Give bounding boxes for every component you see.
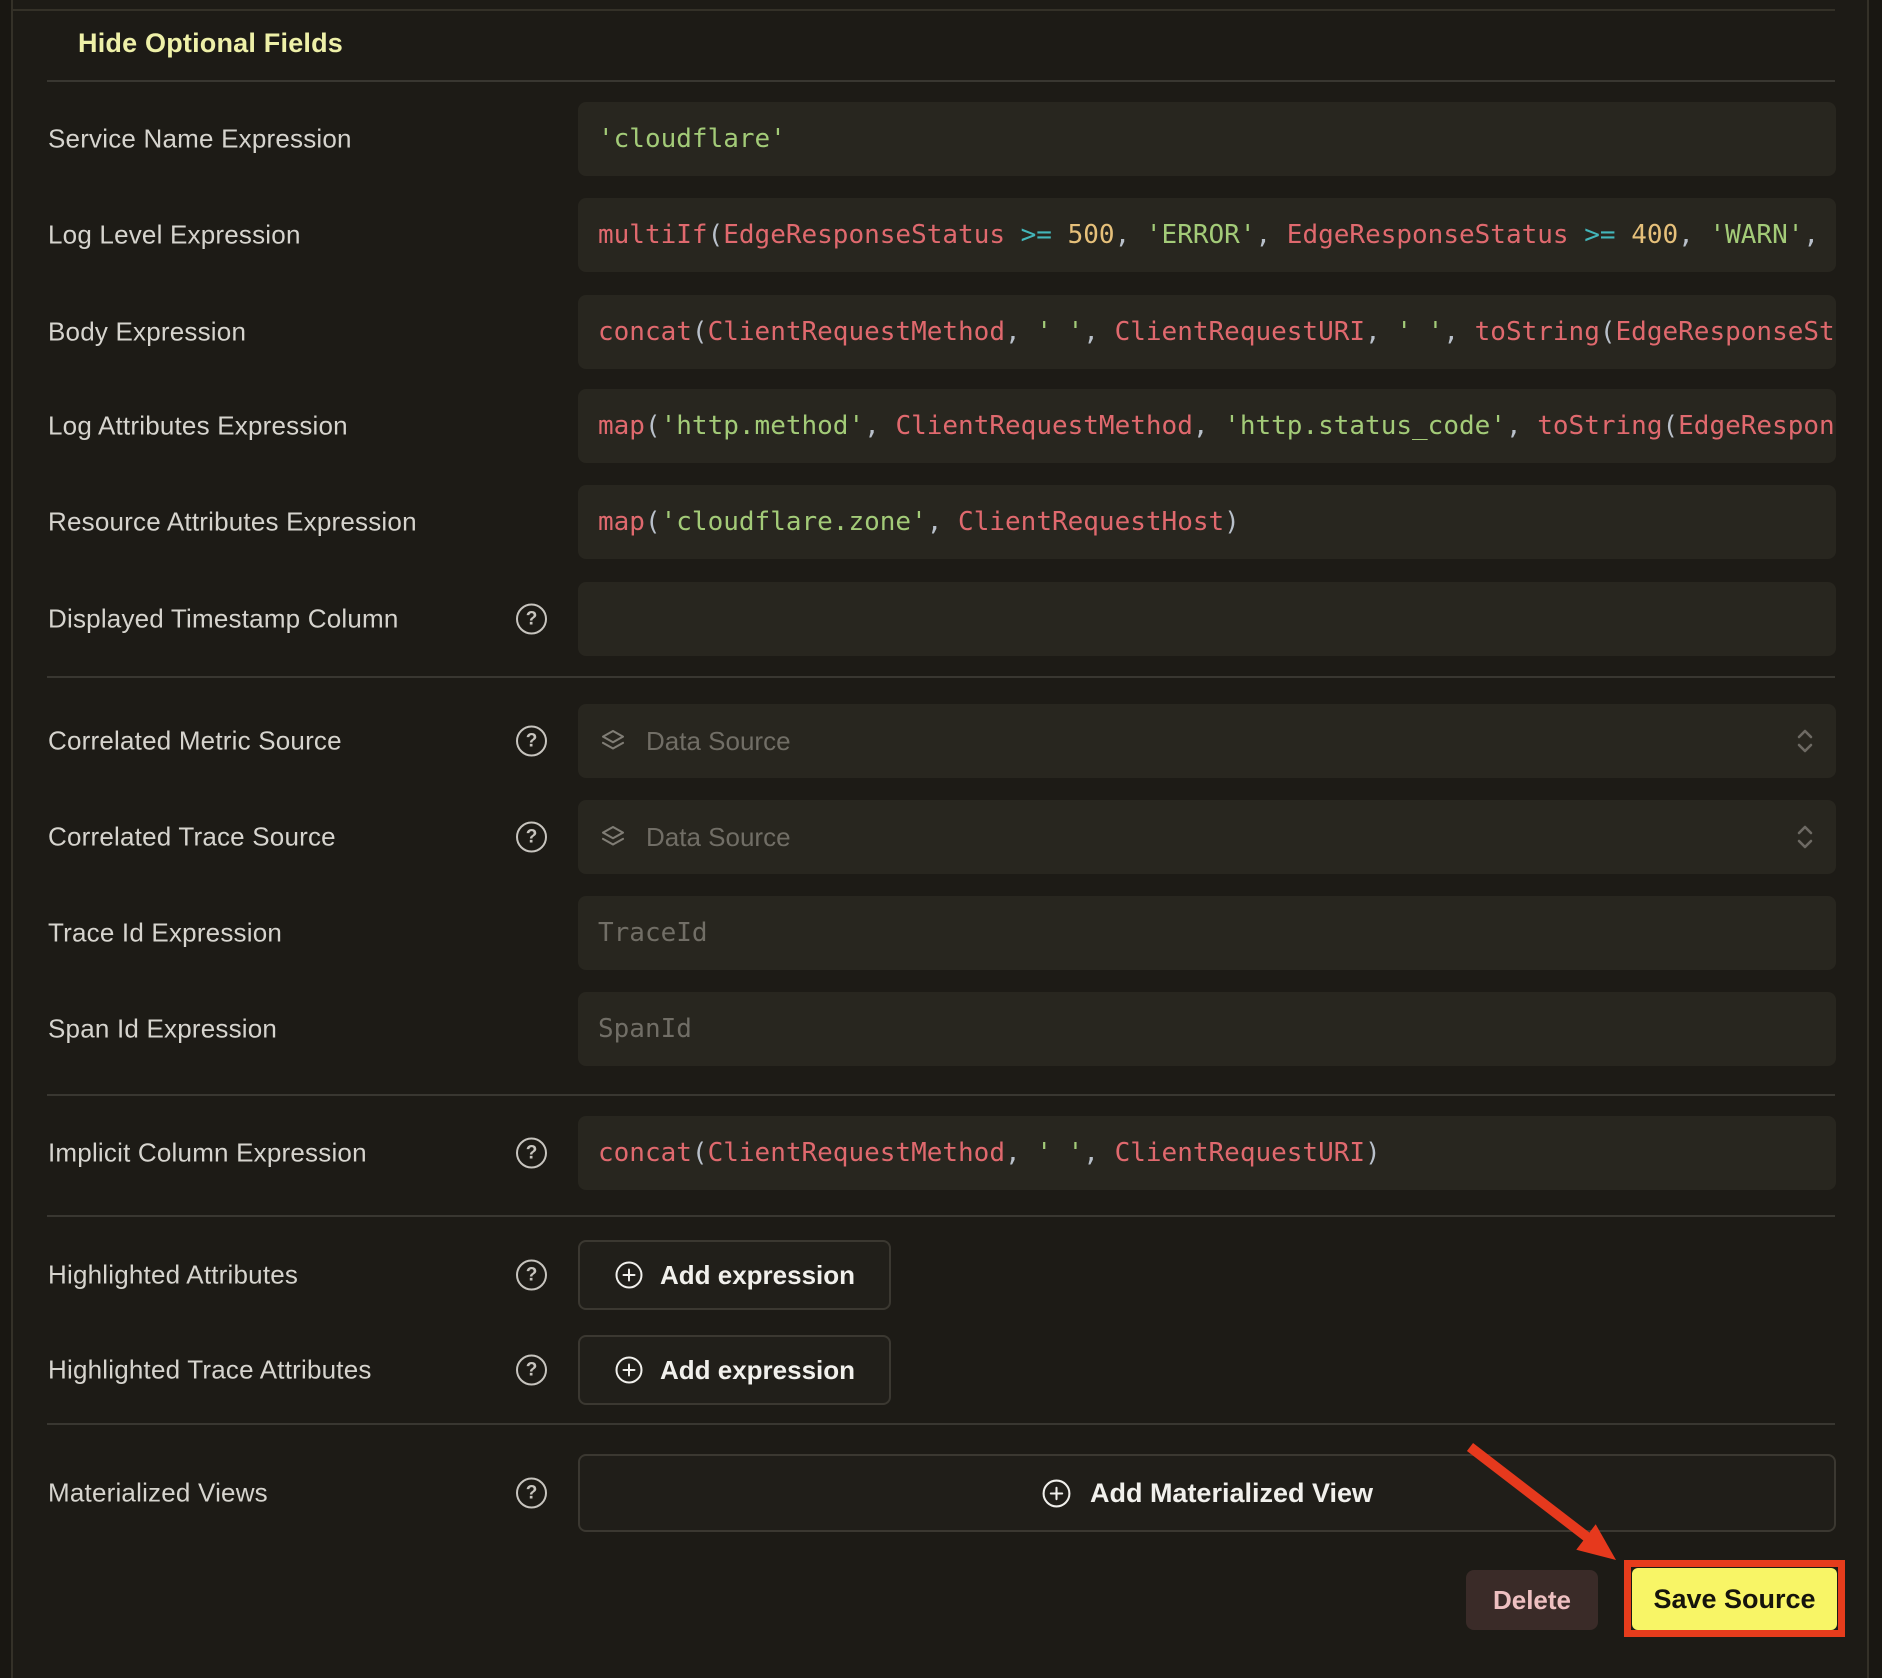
form-row-correlated-metric: Correlated Metric Source ? Data Source [0,704,1882,778]
plus-circle-icon [1041,1478,1072,1509]
field-placeholder: SpanId [598,1014,692,1044]
section-divider [47,1094,1835,1096]
form-row-highlighted-attributes: Highlighted Attributes ? Add expression [0,1240,1882,1310]
implicit-column-expression-field[interactable]: concat(ClientRequestMethod, ' ', ClientR… [578,1116,1836,1190]
section-divider [47,80,1835,82]
trace-id-expression-field[interactable]: TraceId [578,896,1836,970]
correlated-trace-source-select[interactable]: Data Source [578,800,1836,874]
select-placeholder: Data Source [646,726,791,757]
help-icon[interactable]: ? [516,1355,547,1386]
add-expression-button[interactable]: Add expression [578,1335,891,1405]
panel-top-border [11,9,1835,11]
help-icon[interactable]: ? [516,726,547,757]
add-expression-label: Add expression [660,1260,855,1291]
form-row-trace-id: Trace Id Expression TraceId [0,896,1882,970]
stack-icon [598,726,628,756]
service-name-label: Service Name Expression [48,124,352,155]
correlated-metric-source-select[interactable]: Data Source [578,704,1836,778]
displayed-timestamp-label: Displayed Timestamp Column [48,604,399,635]
implicit-column-label: Implicit Column Expression [48,1138,367,1169]
section-divider [47,676,1835,678]
correlated-metric-label: Correlated Metric Source [48,726,342,757]
form-row-span-id: Span Id Expression SpanId [0,992,1882,1066]
help-icon[interactable]: ? [516,1478,547,1509]
correlated-trace-label: Correlated Trace Source [48,822,336,853]
highlighted-attributes-label: Highlighted Attributes [48,1260,298,1291]
service-name-expression-field[interactable]: 'cloudflare' [578,102,1836,176]
resource-attributes-label: Resource Attributes Expression [48,507,417,538]
form-row-implicit-column: Implicit Column Expression ? concat(Clie… [0,1116,1882,1190]
help-icon[interactable]: ? [516,604,547,635]
form-row-materialized-views: Materialized Views ? Add Materialized Vi… [0,1454,1882,1532]
add-expression-button[interactable]: Add expression [578,1240,891,1310]
form-row-correlated-trace: Correlated Trace Source ? Data Source [0,800,1882,874]
hide-optional-fields-link[interactable]: Hide Optional Fields [78,28,343,59]
stack-icon [598,822,628,852]
log-attributes-expression-field[interactable]: map('http.method', ClientRequestMethod, … [578,389,1836,463]
log-level-label: Log Level Expression [48,220,301,251]
help-icon[interactable]: ? [516,1260,547,1291]
body-label: Body Expression [48,317,246,348]
add-expression-label: Add expression [660,1355,855,1386]
field-placeholder: TraceId [598,918,708,948]
add-materialized-view-label: Add Materialized View [1090,1478,1373,1509]
trace-id-label: Trace Id Expression [48,918,282,949]
select-placeholder: Data Source [646,822,791,853]
materialized-views-label: Materialized Views [48,1478,268,1509]
log-attributes-label: Log Attributes Expression [48,411,348,442]
body-expression-field[interactable]: concat(ClientRequestMethod, ' ', ClientR… [578,295,1836,369]
help-icon[interactable]: ? [516,822,547,853]
form-row-displayed-timestamp: Displayed Timestamp Column ? [0,582,1882,656]
add-materialized-view-button[interactable]: Add Materialized View [578,1454,1836,1532]
displayed-timestamp-field[interactable] [578,582,1836,656]
form-row-service-name: Service Name Expression 'cloudflare' [0,102,1882,176]
span-id-label: Span Id Expression [48,1014,277,1045]
resource-attributes-expression-field[interactable]: map('cloudflare.zone', ClientRequestHost… [578,485,1836,559]
form-row-body: Body Expression concat(ClientRequestMeth… [0,295,1882,369]
form-row-log-attributes: Log Attributes Expression map('http.meth… [0,389,1882,463]
highlighted-trace-attributes-label: Highlighted Trace Attributes [48,1355,372,1386]
form-row-log-level: Log Level Expression multiIf(EdgeRespons… [0,198,1882,272]
plus-circle-icon [614,1260,644,1290]
log-level-expression-field[interactable]: multiIf(EdgeResponseStatus >= 500, 'ERRO… [578,198,1836,272]
form-row-highlighted-trace-attributes: Highlighted Trace Attributes ? Add expre… [0,1335,1882,1405]
section-divider [47,1423,1835,1425]
selector-chevrons-icon [1792,821,1818,853]
save-source-button[interactable]: Save Source [1632,1568,1837,1630]
plus-circle-icon [614,1355,644,1385]
selector-chevrons-icon [1792,725,1818,757]
help-icon[interactable]: ? [516,1138,547,1169]
section-divider [47,1215,1835,1217]
span-id-expression-field[interactable]: SpanId [578,992,1836,1066]
form-row-resource-attributes: Resource Attributes Expression map('clou… [0,485,1882,559]
delete-button[interactable]: Delete [1466,1570,1598,1630]
